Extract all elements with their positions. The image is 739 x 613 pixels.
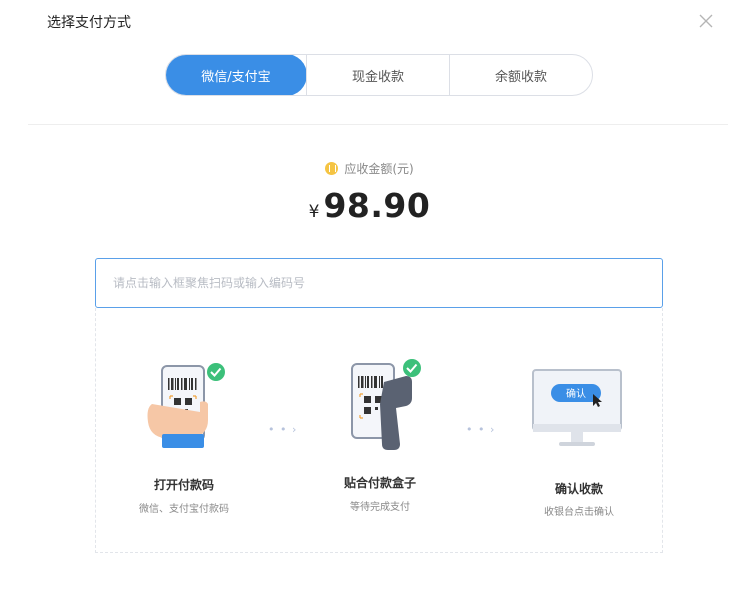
amount-display: ¥98.90 — [0, 186, 739, 225]
currency-symbol: ¥ — [308, 202, 320, 222]
scan-code-input[interactable] — [95, 258, 663, 308]
close-icon[interactable] — [697, 12, 715, 30]
phone-qr-hand-icon — [147, 363, 225, 448]
arrow-icon: • • › — [268, 423, 298, 436]
dialog-title: 选择支付方式 — [47, 15, 131, 31]
coin-icon — [325, 162, 339, 175]
amount-label: 应收金额(元) — [344, 162, 414, 176]
phone-scanner-icon — [351, 359, 421, 450]
step-2-title: 贴合付款盒子 — [343, 476, 416, 490]
tab-wechat-alipay[interactable]: 微信/支付宝 — [166, 55, 307, 95]
step-open-code: 打开付款码 微信、支付宝付款码 — [104, 356, 264, 526]
confirm-button-label: 确认 — [566, 387, 586, 400]
step-1-desc: 微信、支付宝付款码 — [139, 504, 229, 515]
step-confirm: 确认 确认收款 收银台点击确认 — [499, 358, 659, 528]
arrow-icon: • • › — [466, 423, 496, 436]
amount-value: 98.90 — [323, 186, 431, 225]
step-attach-box: 贴合付款盒子 等待完成支付 — [300, 354, 460, 524]
monitor-confirm-icon: 确认 — [532, 369, 622, 446]
payment-method-tabs: 微信/支付宝 现金收款 余额收款 — [165, 54, 593, 96]
step-1-title: 打开付款码 — [153, 478, 214, 492]
step-3-desc: 收银台点击确认 — [544, 507, 614, 518]
payment-guide: 打开付款码 微信、支付宝付款码 • • › 贴合付款盒子 等待完成支付 • • … — [95, 308, 663, 553]
tab-balance[interactable]: 余额收款 — [449, 55, 592, 95]
tab-cash[interactable]: 现金收款 — [306, 55, 449, 95]
step-3-title: 确认收款 — [554, 482, 603, 496]
amount-label-row: 应收金额(元) — [0, 160, 739, 177]
step-2-desc: 等待完成支付 — [350, 502, 410, 513]
divider — [28, 124, 728, 125]
